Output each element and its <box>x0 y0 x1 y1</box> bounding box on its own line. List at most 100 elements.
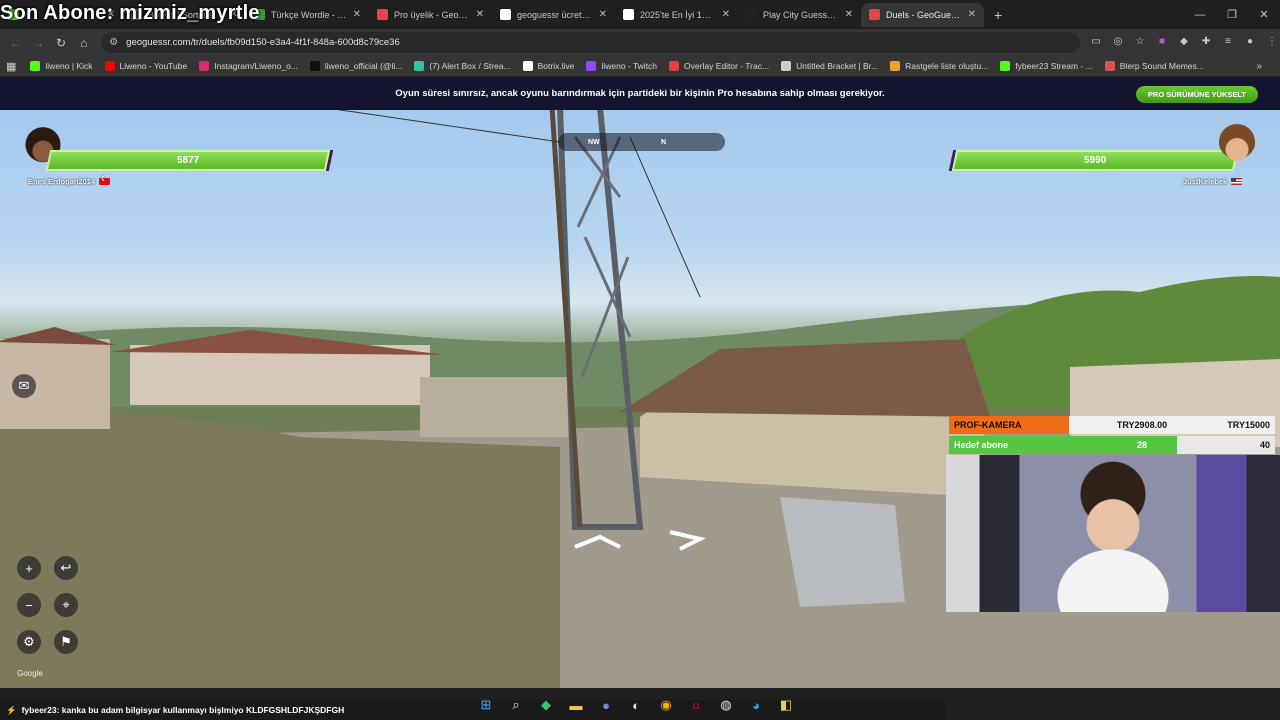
tab-favicon-icon <box>623 9 634 20</box>
player-left-name-text: Enes Erdogan2014 <box>28 177 96 186</box>
menu-icon[interactable]: ⋮ <box>1264 36 1280 50</box>
bookmarks-bar: ▦ liweno | Kick Liweno - YouTube Instagram… <box>0 56 1280 77</box>
tab-close-icon[interactable]: ✕ <box>722 9 730 20</box>
edge-icon[interactable]: ◕ <box>745 694 767 716</box>
zoom-in-icon[interactable]: + <box>17 556 41 580</box>
player-right-health-bar: 5990 <box>951 150 1239 171</box>
cast-icon[interactable]: ▭ <box>1088 36 1104 50</box>
tab-favicon-icon <box>869 9 880 20</box>
bookmark-item[interactable]: Overlay Editor - Trac... <box>669 61 769 71</box>
tab-label: Pro üyelik - GeoGues <box>394 9 470 20</box>
bookmark-item[interactable]: Liweno - YouTube <box>104 61 187 71</box>
zoom-out-icon[interactable]: − <box>17 593 41 617</box>
extension-icon[interactable]: ◆ <box>1176 36 1192 50</box>
compass-n-label: N <box>661 138 667 146</box>
chat-text: : kanka bu adam bilgisyar kullanmayı biş… <box>56 705 345 715</box>
flag-icon[interactable]: ⚑ <box>54 630 78 654</box>
eye-off-icon[interactable]: ◎ <box>1110 36 1126 50</box>
bookmark-favicon-icon <box>199 61 210 71</box>
bookmark-favicon-icon <box>1000 61 1011 71</box>
windows-start-icon[interactable]: ⊞ <box>475 694 497 716</box>
bookmark-item[interactable]: (7) Alert Box / Strea... <box>414 61 511 71</box>
bookmark-label: liweno | Kick <box>45 61 93 71</box>
return-to-start-icon[interactable]: ⌖ <box>54 593 78 617</box>
stone-wall <box>420 377 570 437</box>
player-left-name: Enes Erdogan2014 <box>28 175 111 186</box>
browser-tab[interactable]: Duels - GeoGuessr ✕ <box>861 2 984 27</box>
browser-tab[interactable]: 2025'te En İyi 12 Ücre ✕ <box>615 3 738 27</box>
bookmark-favicon-icon <box>309 61 320 71</box>
bookmark-favicon-icon <box>1104 61 1115 71</box>
settings-gear-icon[interactable]: ⚙ <box>17 630 41 654</box>
window-controls: — ❐ ✕ <box>1184 0 1280 29</box>
opera-icon[interactable]: ○ <box>685 694 707 716</box>
obs-icon[interactable]: ◍ <box>715 694 737 716</box>
chat-bubble-icon[interactable]: ✉ <box>12 374 36 398</box>
profile-avatar[interactable]: ● <box>1242 36 1258 50</box>
apps-grid-icon[interactable]: ▦ <box>6 60 16 73</box>
discord-icon[interactable]: ● <box>595 694 617 716</box>
bookmark-label: Botrix.live <box>537 61 575 71</box>
browser-tab[interactable]: geoguessr ücretsiz al ✕ <box>492 3 615 27</box>
bookmark-item[interactable]: Botrix.live <box>522 61 575 71</box>
undo-arrow-icon[interactable]: ↩ <box>54 556 78 580</box>
media-icon[interactable]: ≡ <box>1220 36 1236 50</box>
tab-close-icon[interactable]: ✕ <box>353 9 361 20</box>
goal2-value: 28 <box>1136 440 1147 450</box>
subscriber-goal: Hedef abone 28 40 <box>949 436 1275 454</box>
extensions-puzzle-icon[interactable]: ✚ <box>1198 36 1214 50</box>
bookmark-label: fybeer23 Stream - ... <box>1015 61 1093 71</box>
close-window-icon[interactable]: ✕ <box>1248 8 1280 21</box>
file-explorer-icon[interactable]: ▬ <box>565 694 587 716</box>
forward-icon[interactable]: → <box>27 36 50 50</box>
browser-tab[interactable]: Play City Guesser - E ✕ <box>738 3 861 27</box>
tab-close-icon[interactable]: ✕ <box>599 9 607 20</box>
reload-icon[interactable]: ↻ <box>50 36 73 50</box>
app-icon-2[interactable]: ◧ <box>775 694 797 716</box>
tab-label: Türkçe Wordle - Türk <box>271 9 347 20</box>
player-right-name-text: JustKelebek <box>1183 177 1228 186</box>
bookmark-item[interactable]: Instagram/Liweno_o... <box>199 61 298 71</box>
app-icon-1[interactable]: ◆ <box>535 694 557 716</box>
bookmark-item[interactable]: Blerp Sound Memes... <box>1104 61 1204 71</box>
tab-label: Play City Guesser - E <box>763 9 839 20</box>
bookmark-favicon-icon <box>781 61 792 71</box>
more-bookmarks-icon[interactable]: » <box>1256 61 1262 72</box>
url-field[interactable]: ⚙ geoguessr.com/tr/duels/fb09d150-e3a4-4… <box>101 32 1081 53</box>
browser-tab[interactable]: Pro üyelik - GeoGues ✕ <box>369 3 492 27</box>
address-bar: ← → ↻ ⌂ ⚙ geoguessr.com/tr/duels/fb09d15… <box>0 29 1280 56</box>
bookmark-item[interactable]: liweno_official (@li... <box>309 61 402 71</box>
site-info-icon[interactable]: ⚙ <box>109 37 118 48</box>
home-icon[interactable]: ⌂ <box>72 36 95 50</box>
steam-icon[interactable]: ◐ <box>625 694 647 716</box>
url-text: geoguessr.com/tr/duels/fb09d150-e3a4-4f1… <box>126 37 400 48</box>
bookmark-label: Instagram/Liweno_o... <box>214 61 298 71</box>
upgrade-pro-button[interactable]: PRO SÜRÜMÜNE YÜKSELT <box>1135 86 1258 103</box>
tab-favicon-icon <box>500 9 511 20</box>
new-tab-button[interactable]: + <box>994 7 1002 23</box>
player-right-hp: 5990 <box>1083 155 1107 166</box>
chat-message: ⚡ fybeer23 : kanka bu adam bilgisyar kul… <box>0 700 946 720</box>
tab-close-icon[interactable]: ✕ <box>476 9 484 20</box>
banner-text: Oyun süresi sınırsız, ancak oyunu barınd… <box>395 88 885 99</box>
tab-close-icon[interactable]: ✕ <box>968 9 976 20</box>
bookmark-item[interactable]: Untitled Bracket | Br... <box>781 61 878 71</box>
chrome-icon[interactable]: ◉ <box>655 694 677 716</box>
back-icon[interactable]: ← <box>4 36 27 50</box>
restore-icon[interactable]: ❐ <box>1216 8 1248 21</box>
chat-username: fybeer23 <box>21 705 57 715</box>
player-right-name: JustKelebek <box>1183 177 1243 186</box>
bookmark-item[interactable]: liweno - Twitch <box>586 61 657 71</box>
camera-donation-goal: PROF-KAMERA TRY2908.00 TRY15000 <box>949 416 1275 434</box>
bookmark-item[interactable]: liweno | Kick <box>30 61 93 71</box>
extension-twitch-icon[interactable]: ■ <box>1154 36 1170 50</box>
tab-label: 2025'te En İyi 12 Ücre <box>640 9 716 20</box>
search-icon[interactable]: ⌕ <box>505 694 527 716</box>
browser-tab[interactable]: Türkçe Wordle - Türk ✕ <box>246 3 369 27</box>
bookmark-item[interactable]: fybeer23 Stream - ... <box>1000 61 1093 71</box>
bookmark-item[interactable]: Rastgele liste oluştu... <box>890 61 988 71</box>
minimize-icon[interactable]: — <box>1184 9 1216 21</box>
tab-close-icon[interactable]: ✕ <box>845 9 853 20</box>
compass: NW N <box>558 133 725 151</box>
bookmark-star-icon[interactable]: ☆ <box>1132 36 1148 50</box>
